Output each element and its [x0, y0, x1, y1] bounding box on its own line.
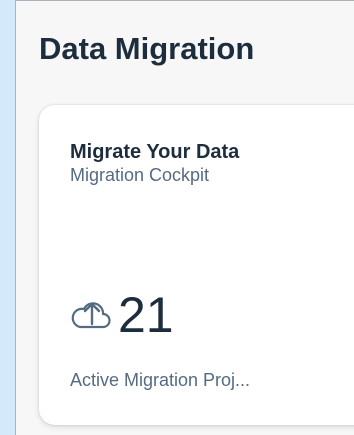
tile-footer: Active Migration Proj... — [70, 370, 251, 390]
tile-title: Migrate Your Data — [70, 141, 240, 163]
tile-subtitle: Migration Cockpit — [70, 165, 210, 185]
kpi-value: 21 — [118, 287, 174, 343]
cloud-upload-icon — [70, 297, 114, 333]
tile-kpi: 21 — [70, 285, 174, 345]
launchpad-screen: Data Migration Migrate Your Data Migrati… — [0, 0, 354, 435]
data-migration-section: Data Migration Migrate Your Data Migrati… — [15, 0, 354, 435]
migrate-your-data-tile[interactable]: Migrate Your Data Migration Cockpit 21 A… — [39, 105, 354, 425]
section-title: Data Migration — [39, 31, 255, 66]
